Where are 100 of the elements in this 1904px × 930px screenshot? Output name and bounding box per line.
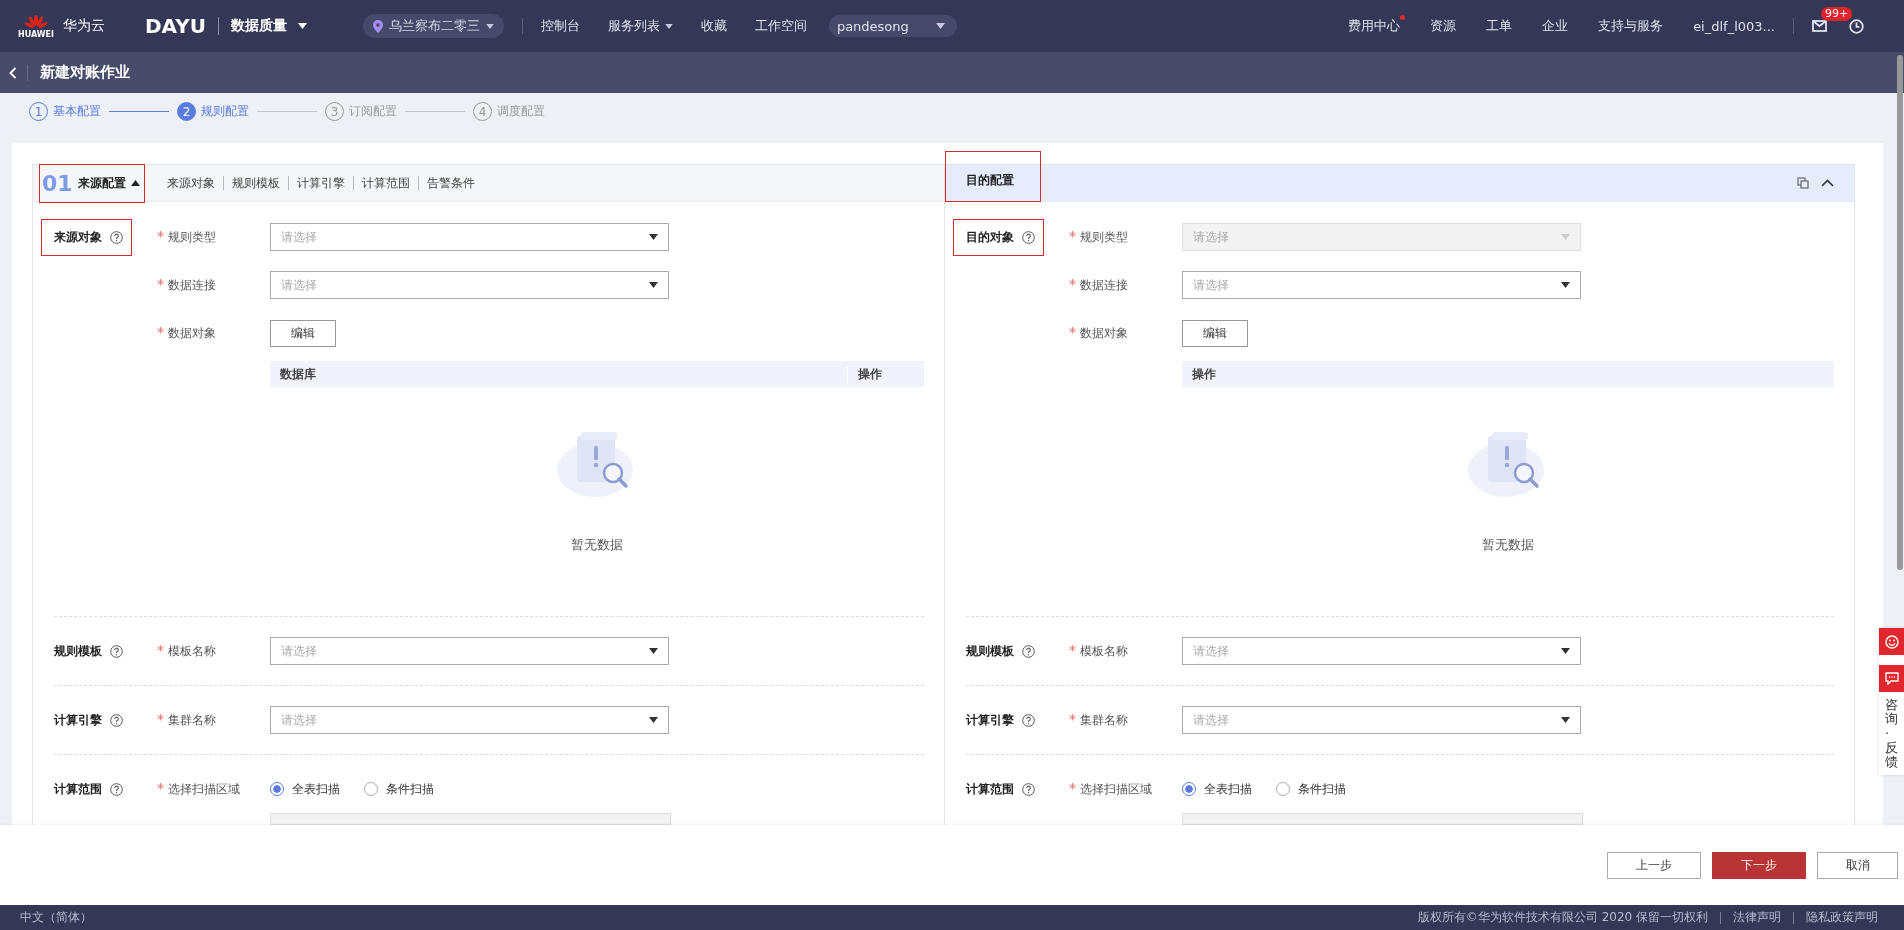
caret-icon (935, 23, 945, 29)
nav-link[interactable]: 企业 (1542, 17, 1569, 35)
field-label: * 集群名称 (1069, 711, 1129, 729)
chat-icon[interactable] (1879, 665, 1904, 692)
nav-link[interactable]: 支持与服务 (1598, 17, 1664, 35)
section-title: 规则模板 (966, 642, 1014, 660)
mail-icon[interactable] (1812, 20, 1827, 32)
caret-icon (1561, 648, 1570, 654)
footer-link[interactable]: 隐私政策声明 (1806, 909, 1878, 926)
nav-link[interactable]: 工单 (1486, 17, 1513, 35)
footer-button[interactable]: 取消 (1817, 851, 1898, 879)
smiley-icon[interactable] (1879, 628, 1904, 665)
radio-option[interactable]: 全表扫描 (1182, 780, 1252, 798)
section-title: 计算范围 (54, 780, 102, 798)
language-selector[interactable]: 中文（简体） (20, 909, 92, 926)
caret-icon (485, 23, 494, 29)
brand-name[interactable]: 华为云 (63, 17, 105, 35)
field-label: * 数据对象 (1069, 324, 1129, 342)
caret-icon (649, 282, 658, 288)
caret-icon (649, 234, 658, 240)
clock-icon[interactable] (1849, 18, 1864, 34)
field-label: * 模板名称 (157, 642, 217, 660)
caret-icon (1561, 234, 1570, 240)
anchor-link[interactable]: 计算范围 (361, 174, 410, 192)
footer-button[interactable]: 下一步 (1712, 851, 1806, 879)
section-title: 计算引擎 (54, 711, 102, 729)
caret-icon (297, 23, 307, 29)
section-number: 01 (42, 170, 73, 196)
caret-icon (1561, 282, 1570, 288)
nav-link[interactable]: 收藏 (700, 17, 727, 35)
radio-option[interactable]: 全表扫描 (270, 780, 340, 798)
help-icon[interactable] (1022, 782, 1035, 796)
field-label: * 规则类型 (1069, 228, 1129, 246)
edit-button[interactable]: 编辑 (1182, 319, 1248, 347)
nav-link[interactable]: 服务列表 (607, 17, 673, 35)
select-field: 请选择 (1182, 223, 1581, 251)
feedback-tab[interactable]: 咨询·反馈 (1879, 692, 1904, 776)
unread-badge: 99+ (1821, 7, 1853, 21)
location-pin-icon (372, 19, 383, 33)
field-label: * 数据对象 (157, 324, 217, 342)
logo-icon[interactable] (23, 14, 49, 31)
edit-button[interactable]: 编辑 (270, 319, 336, 347)
caret-icon (1561, 717, 1570, 723)
field-label: * 选择扫描区域 (1069, 780, 1153, 798)
collapse-icon[interactable] (130, 180, 140, 186)
scrollbar[interactable] (1897, 55, 1903, 570)
nav-link[interactable]: 工作空间 (754, 17, 807, 35)
field-label: * 集群名称 (157, 711, 217, 729)
region-selector[interactable]: 乌兰察布二零三 (362, 14, 504, 38)
help-icon[interactable] (110, 230, 123, 244)
step-item: 3 订阅配置 (325, 102, 397, 121)
field-label: * 选择扫描区域 (157, 780, 241, 798)
panel-title: 目的配置 (966, 171, 1014, 189)
logo-caption: HUAWEI (18, 30, 55, 38)
section-title: 来源对象 (54, 228, 102, 246)
field-label: * 数据连接 (157, 276, 217, 294)
field-label: * 模板名称 (1069, 642, 1129, 660)
help-icon[interactable] (110, 782, 123, 796)
page-title: 新建对账作业 (40, 63, 130, 82)
help-icon[interactable] (110, 713, 123, 727)
column-header: 操作 (1191, 365, 1217, 383)
back-icon[interactable] (9, 66, 17, 79)
help-icon[interactable] (1022, 644, 1035, 658)
help-icon[interactable] (1022, 230, 1035, 244)
copyright-text: 版权所有©华为软件技术有限公司 2020 保留一切权利 (1417, 909, 1708, 926)
step-item: 4 调度配置 (473, 102, 545, 121)
radio-option[interactable]: 条件扫描 (1276, 780, 1346, 798)
anchor-link[interactable]: 计算引擎 (296, 174, 345, 192)
footer-button[interactable]: 上一步 (1607, 851, 1701, 879)
step-item: 2 规则配置 (177, 102, 249, 121)
product-name[interactable]: DAYU (145, 14, 206, 38)
workspace-select[interactable]: pandesong (828, 15, 957, 37)
empty-state-text: 暂无数据 (1482, 536, 1534, 554)
panel-title: 来源配置 (77, 174, 126, 192)
nav-link[interactable]: 费用中心 (1348, 17, 1401, 35)
module-menu[interactable]: 数据质量 (230, 17, 307, 35)
section-title: 目的对象 (966, 228, 1014, 246)
column-header: 操作 (847, 365, 924, 383)
section-title: 计算范围 (966, 780, 1014, 798)
caret-icon (649, 717, 658, 723)
help-icon[interactable] (110, 644, 123, 658)
step-item: 1 基本配置 (29, 102, 101, 121)
caret-icon (649, 648, 658, 654)
nav-link[interactable]: 资源 (1430, 17, 1457, 35)
section-title: 计算引擎 (966, 711, 1014, 729)
footer-link[interactable]: 法律声明 (1733, 909, 1781, 926)
empty-state-text: 暂无数据 (571, 536, 623, 554)
anchor-link[interactable]: 告警条件 (426, 174, 475, 192)
section-title: 规则模板 (54, 642, 102, 660)
help-icon[interactable] (1022, 713, 1035, 727)
field-label: * 规则类型 (157, 228, 217, 246)
anchor-link[interactable]: 规则模板 (231, 174, 280, 192)
nav-link[interactable]: 控制台 (540, 17, 580, 35)
radio-option[interactable]: 条件扫描 (364, 780, 434, 798)
chevron-up-icon[interactable] (1821, 179, 1834, 187)
copy-icon[interactable] (1797, 177, 1809, 189)
field-label: * 数据连接 (1069, 276, 1129, 294)
column-header: 数据库 (279, 365, 317, 383)
anchor-link[interactable]: 来源对象 (166, 174, 215, 192)
user-menu[interactable]: ei_dlf_l003... (1693, 18, 1775, 34)
